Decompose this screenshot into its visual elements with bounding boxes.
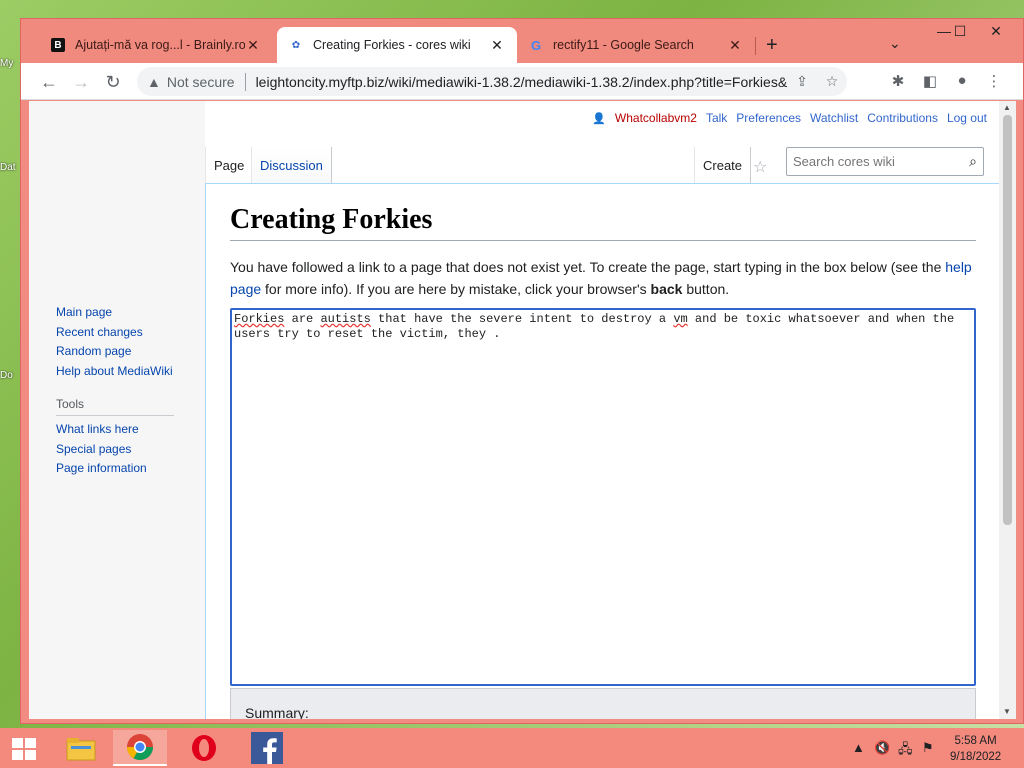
misspelled-word[interactable]: autists xyxy=(320,312,370,326)
tab-strip: B Ajutați-mă va rog...l - Brainly.ro ✕ ✿… xyxy=(21,19,1023,63)
url-text[interactable]: leightoncity.myftp.biz/wiki/mediawiki-1.… xyxy=(256,74,787,90)
file-explorer-icon[interactable] xyxy=(54,730,108,766)
close-icon[interactable]: ✕ xyxy=(245,37,261,54)
tools-portal: Tools What links here Special pages Page… xyxy=(56,397,174,479)
system-clock[interactable]: 5:58 AM 9/18/2022 xyxy=(950,733,1001,765)
omnibox-divider xyxy=(244,72,246,91)
menu-kebab-icon[interactable]: ⋮ xyxy=(983,72,1005,90)
opera-icon[interactable] xyxy=(177,730,231,766)
scroll-up-icon[interactable]: ▲ xyxy=(1003,103,1011,112)
page-title: Creating Forkies xyxy=(230,204,976,241)
bookmark-star-icon[interactable]: ☆ xyxy=(817,73,847,90)
new-tab-plus-icon[interactable]: + xyxy=(766,34,778,57)
intro-part: for more info). If you are here by mista… xyxy=(261,281,651,297)
main-content: Creating Forkies You have followed a lin… xyxy=(205,183,999,719)
sidebar-item-special-pages[interactable]: Special pages xyxy=(56,440,174,460)
warning-triangle-icon[interactable]: ▲ xyxy=(147,74,161,90)
tab-creating-forkies[interactable]: ✿ Creating Forkies - cores wiki ✕ xyxy=(277,27,517,63)
address-bar[interactable]: ▲ Not secure leightoncity.myftp.biz/wiki… xyxy=(137,67,847,96)
tab-title: Ajutați-mă va rog...l - Brainly.ro xyxy=(75,38,245,52)
sidebar-item-what-links-here[interactable]: What links here xyxy=(56,420,174,440)
misspelled-word[interactable]: vm xyxy=(673,312,687,326)
tab-google-search[interactable]: G rectify11 - Google Search ✕ xyxy=(517,27,755,63)
facebook-icon[interactable] xyxy=(240,730,294,766)
scrollbar-thumb[interactable] xyxy=(1003,115,1012,525)
search-input[interactable] xyxy=(793,154,953,169)
tab-page[interactable]: Page xyxy=(205,147,254,183)
contributions-link[interactable]: Contributions xyxy=(867,111,938,125)
scroll-down-icon[interactable]: ▼ xyxy=(1003,707,1011,716)
sidebar-item-main-page[interactable]: Main page xyxy=(56,303,173,323)
profile-avatar-icon[interactable]: ● xyxy=(951,72,973,89)
tab-page-label: Page xyxy=(214,157,245,173)
navigation-portal: Main page Recent changes Random page Hel… xyxy=(56,303,173,381)
personal-tools: 👤 Whatcollabvm2 Talk Preferences Watchli… xyxy=(592,111,987,125)
tab-separator xyxy=(755,37,756,55)
sidebar-item-page-information[interactable]: Page information xyxy=(56,459,174,479)
page-scrollbar[interactable]: ▲ ▼ xyxy=(999,101,1016,719)
tab-title: rectify11 - Google Search xyxy=(553,38,694,52)
editor-text[interactable]: that have the severe intent to destroy a xyxy=(371,312,673,326)
search-box[interactable]: ⌕ xyxy=(786,147,984,176)
close-icon[interactable]: ✕ xyxy=(727,37,743,54)
side-panel-icon[interactable]: ◧ xyxy=(919,72,941,90)
edit-textarea[interactable]: Forkies are autists that have the severe… xyxy=(230,308,976,686)
windows-start-icon[interactable] xyxy=(12,738,36,760)
tray-chevron-up-icon[interactable]: ▲ xyxy=(852,740,865,755)
talk-link[interactable]: Talk xyxy=(706,111,727,125)
reload-icon[interactable]: ↻ xyxy=(101,70,125,94)
taskbar: ▲ 🔇 🖧 ⚑ 5:58 AM 9/18/2022 xyxy=(0,728,1024,768)
close-icon[interactable]: ✕ xyxy=(489,37,505,54)
brainly-icon: B xyxy=(51,38,65,52)
user-icon: 👤 xyxy=(592,112,606,125)
edit-options: Summary: xyxy=(230,688,976,719)
share-icon[interactable]: ⇪ xyxy=(787,73,817,90)
editor-text[interactable]: are xyxy=(284,312,320,326)
sidebar-item-recent-changes[interactable]: Recent changes xyxy=(56,323,173,343)
browser-window: B Ajutați-mă va rog...l - Brainly.ro ✕ ✿… xyxy=(20,18,1024,724)
desktop-icon-label[interactable]: My xyxy=(0,58,22,69)
intro-text: You have followed a link to a page that … xyxy=(230,256,978,300)
not-secure-label[interactable]: Not secure xyxy=(167,74,235,90)
clock-date: 9/18/2022 xyxy=(950,751,1002,763)
network-icon[interactable]: 🖧 xyxy=(898,740,913,762)
summary-label: Summary: xyxy=(245,705,309,719)
action-center-alert-icon[interactable]: ⚑ xyxy=(922,740,934,756)
tab-brainly[interactable]: B Ajutați-mă va rog...l - Brainly.ro ✕ xyxy=(39,27,273,63)
forward-arrow-icon[interactable]: → xyxy=(69,70,93,94)
sidebar-item-random-page[interactable]: Random page xyxy=(56,342,173,362)
back-word: back xyxy=(650,281,683,297)
maximize-icon[interactable]: ☐ xyxy=(945,23,975,40)
tab-discussion-label: Discussion xyxy=(260,157,323,173)
chrome-icon[interactable] xyxy=(113,730,167,766)
tab-discussion[interactable]: Discussion xyxy=(251,147,332,183)
username-link[interactable]: Whatcollabvm2 xyxy=(615,111,697,125)
volume-muted-icon[interactable]: 🔇 xyxy=(874,740,890,756)
tab-title: Creating Forkies - cores wiki xyxy=(313,38,471,52)
tools-heading: Tools xyxy=(56,397,174,416)
back-arrow-icon[interactable]: ← xyxy=(37,70,61,94)
browser-toolbar: ← → ↻ ▲ Not secure leightoncity.myftp.bi… xyxy=(21,63,1023,100)
close-window-icon[interactable]: ✕ xyxy=(981,23,1011,40)
google-icon: G xyxy=(530,37,542,53)
desktop-icon-label[interactable]: Dat xyxy=(0,162,22,173)
intro-part: button. xyxy=(682,281,730,297)
wiki-page: 👤 Whatcollabvm2 Talk Preferences Watchli… xyxy=(29,101,999,719)
extensions-puzzle-icon[interactable]: ✱ xyxy=(887,72,909,90)
tab-search-chevron-down-icon[interactable]: ⌄ xyxy=(889,35,901,52)
sidebar-item-help[interactable]: Help about MediaWiki xyxy=(56,362,173,382)
tab-create[interactable]: Create xyxy=(694,147,752,183)
logout-link[interactable]: Log out xyxy=(947,111,987,125)
watch-star-icon[interactable]: ☆ xyxy=(753,157,767,177)
clock-time: 5:58 AM xyxy=(954,735,997,747)
watchlist-link[interactable]: Watchlist xyxy=(810,111,858,125)
tab-create-label: Create xyxy=(703,157,743,173)
intro-part: You have followed a link to a page that … xyxy=(230,259,946,275)
mediawiki-icon: ✿ xyxy=(291,39,301,51)
preferences-link[interactable]: Preferences xyxy=(736,111,801,125)
desktop-icon-label[interactable]: Do xyxy=(0,370,22,381)
search-icon[interactable]: ⌕ xyxy=(969,153,977,170)
misspelled-word[interactable]: Forkies xyxy=(234,312,284,326)
